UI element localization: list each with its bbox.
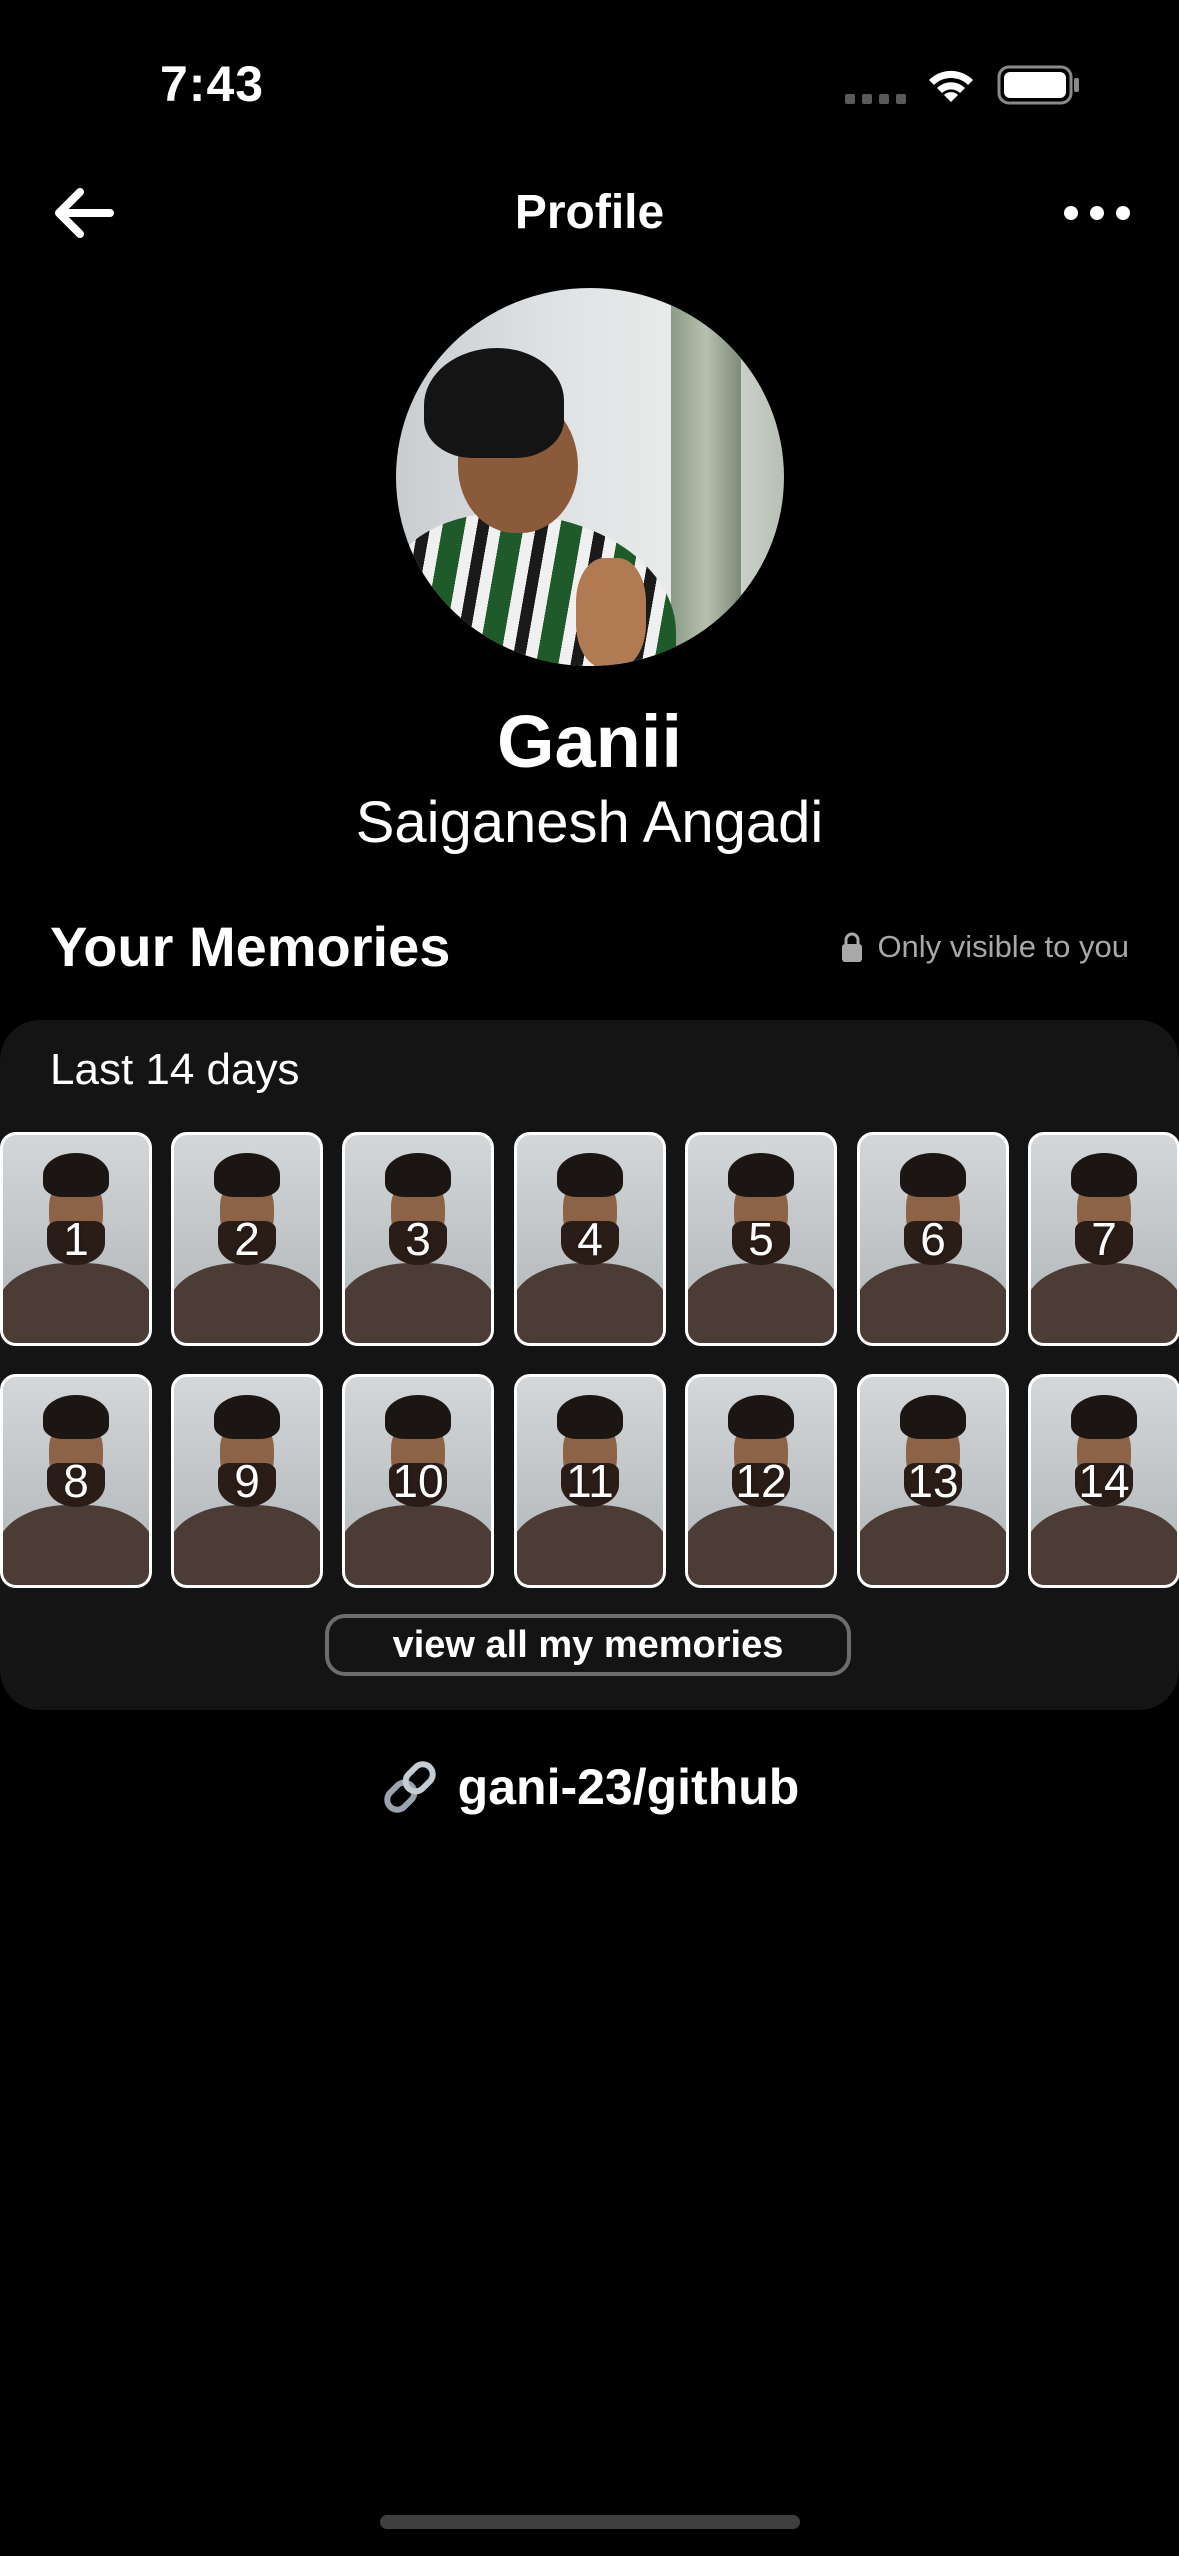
period-label: Last 14 days	[50, 1045, 300, 1094]
avatar[interactable]	[396, 288, 784, 666]
lock-icon	[842, 932, 863, 962]
memory-thumbnail[interactable]: 9	[171, 1374, 323, 1588]
memory-thumbnail[interactable]: 3	[342, 1132, 494, 1346]
memory-day-number: 3	[405, 1213, 431, 1265]
memory-day-number: 1	[63, 1213, 89, 1265]
memory-thumbnail[interactable]: 7	[1028, 1132, 1179, 1346]
memory-day-number: 12	[735, 1455, 787, 1507]
memory-day-number: 10	[392, 1455, 444, 1507]
memory-day-number: 9	[234, 1455, 260, 1507]
display-name: Ganii	[496, 700, 683, 783]
memory-thumbnail[interactable]: 10	[342, 1374, 494, 1588]
memories-title: Your Memories	[50, 915, 451, 978]
memory-thumbnail[interactable]: 13	[857, 1374, 1009, 1588]
memory-thumbnail[interactable]: 2	[171, 1132, 323, 1346]
more-options-button[interactable]	[1052, 180, 1142, 246]
home-indicator[interactable]	[380, 2515, 800, 2529]
memory-thumbnail[interactable]: 6	[857, 1132, 1009, 1346]
memory-day-number: 5	[748, 1213, 774, 1265]
link-text[interactable]: gani-23/github	[458, 1752, 800, 1822]
link-icon	[383, 1761, 436, 1813]
memory-day-number: 11	[566, 1455, 614, 1507]
memory-day-number: 4	[577, 1213, 603, 1265]
more-horizontal-icon	[1064, 206, 1078, 220]
memory-thumbnail[interactable]: 11	[514, 1374, 666, 1588]
battery-full-icon	[997, 65, 1079, 105]
memory-day-number: 6	[920, 1213, 946, 1265]
memory-day-number: 8	[63, 1455, 89, 1507]
cellular-signal-icon	[845, 94, 906, 104]
privacy-note-text: Only visible to you	[877, 929, 1129, 964]
status-bar: 7:43	[0, 0, 1179, 150]
memory-thumbnail[interactable]: 12	[685, 1374, 837, 1588]
profile-link[interactable]: gani-23/github	[0, 1752, 1179, 1822]
memory-thumbnail[interactable]: 1	[0, 1132, 152, 1346]
memory-day-number: 2	[234, 1213, 260, 1265]
status-time: 7:43	[160, 56, 265, 112]
view-all-memories-button[interactable]: view all my memories	[325, 1614, 851, 1676]
memory-thumbnail[interactable]: 5	[685, 1132, 837, 1346]
memory-thumbnail[interactable]: 14	[1028, 1374, 1179, 1588]
memory-day-number: 14	[1078, 1455, 1130, 1507]
memory-day-number: 7	[1091, 1213, 1117, 1265]
wifi-icon	[929, 70, 973, 102]
full-name: Saiganesh Angadi	[355, 790, 824, 855]
memory-day-number: 13	[907, 1455, 959, 1507]
privacy-note: Only visible to you	[841, 926, 1129, 968]
page-title: Profile	[514, 186, 665, 239]
memories-card: Last 14 days 1 2 3 4 5 6 7 8 9 10 11 12 …	[0, 1020, 1179, 1710]
memory-thumbnail[interactable]: 4	[514, 1132, 666, 1346]
memory-thumbnail[interactable]: 8	[0, 1374, 152, 1588]
